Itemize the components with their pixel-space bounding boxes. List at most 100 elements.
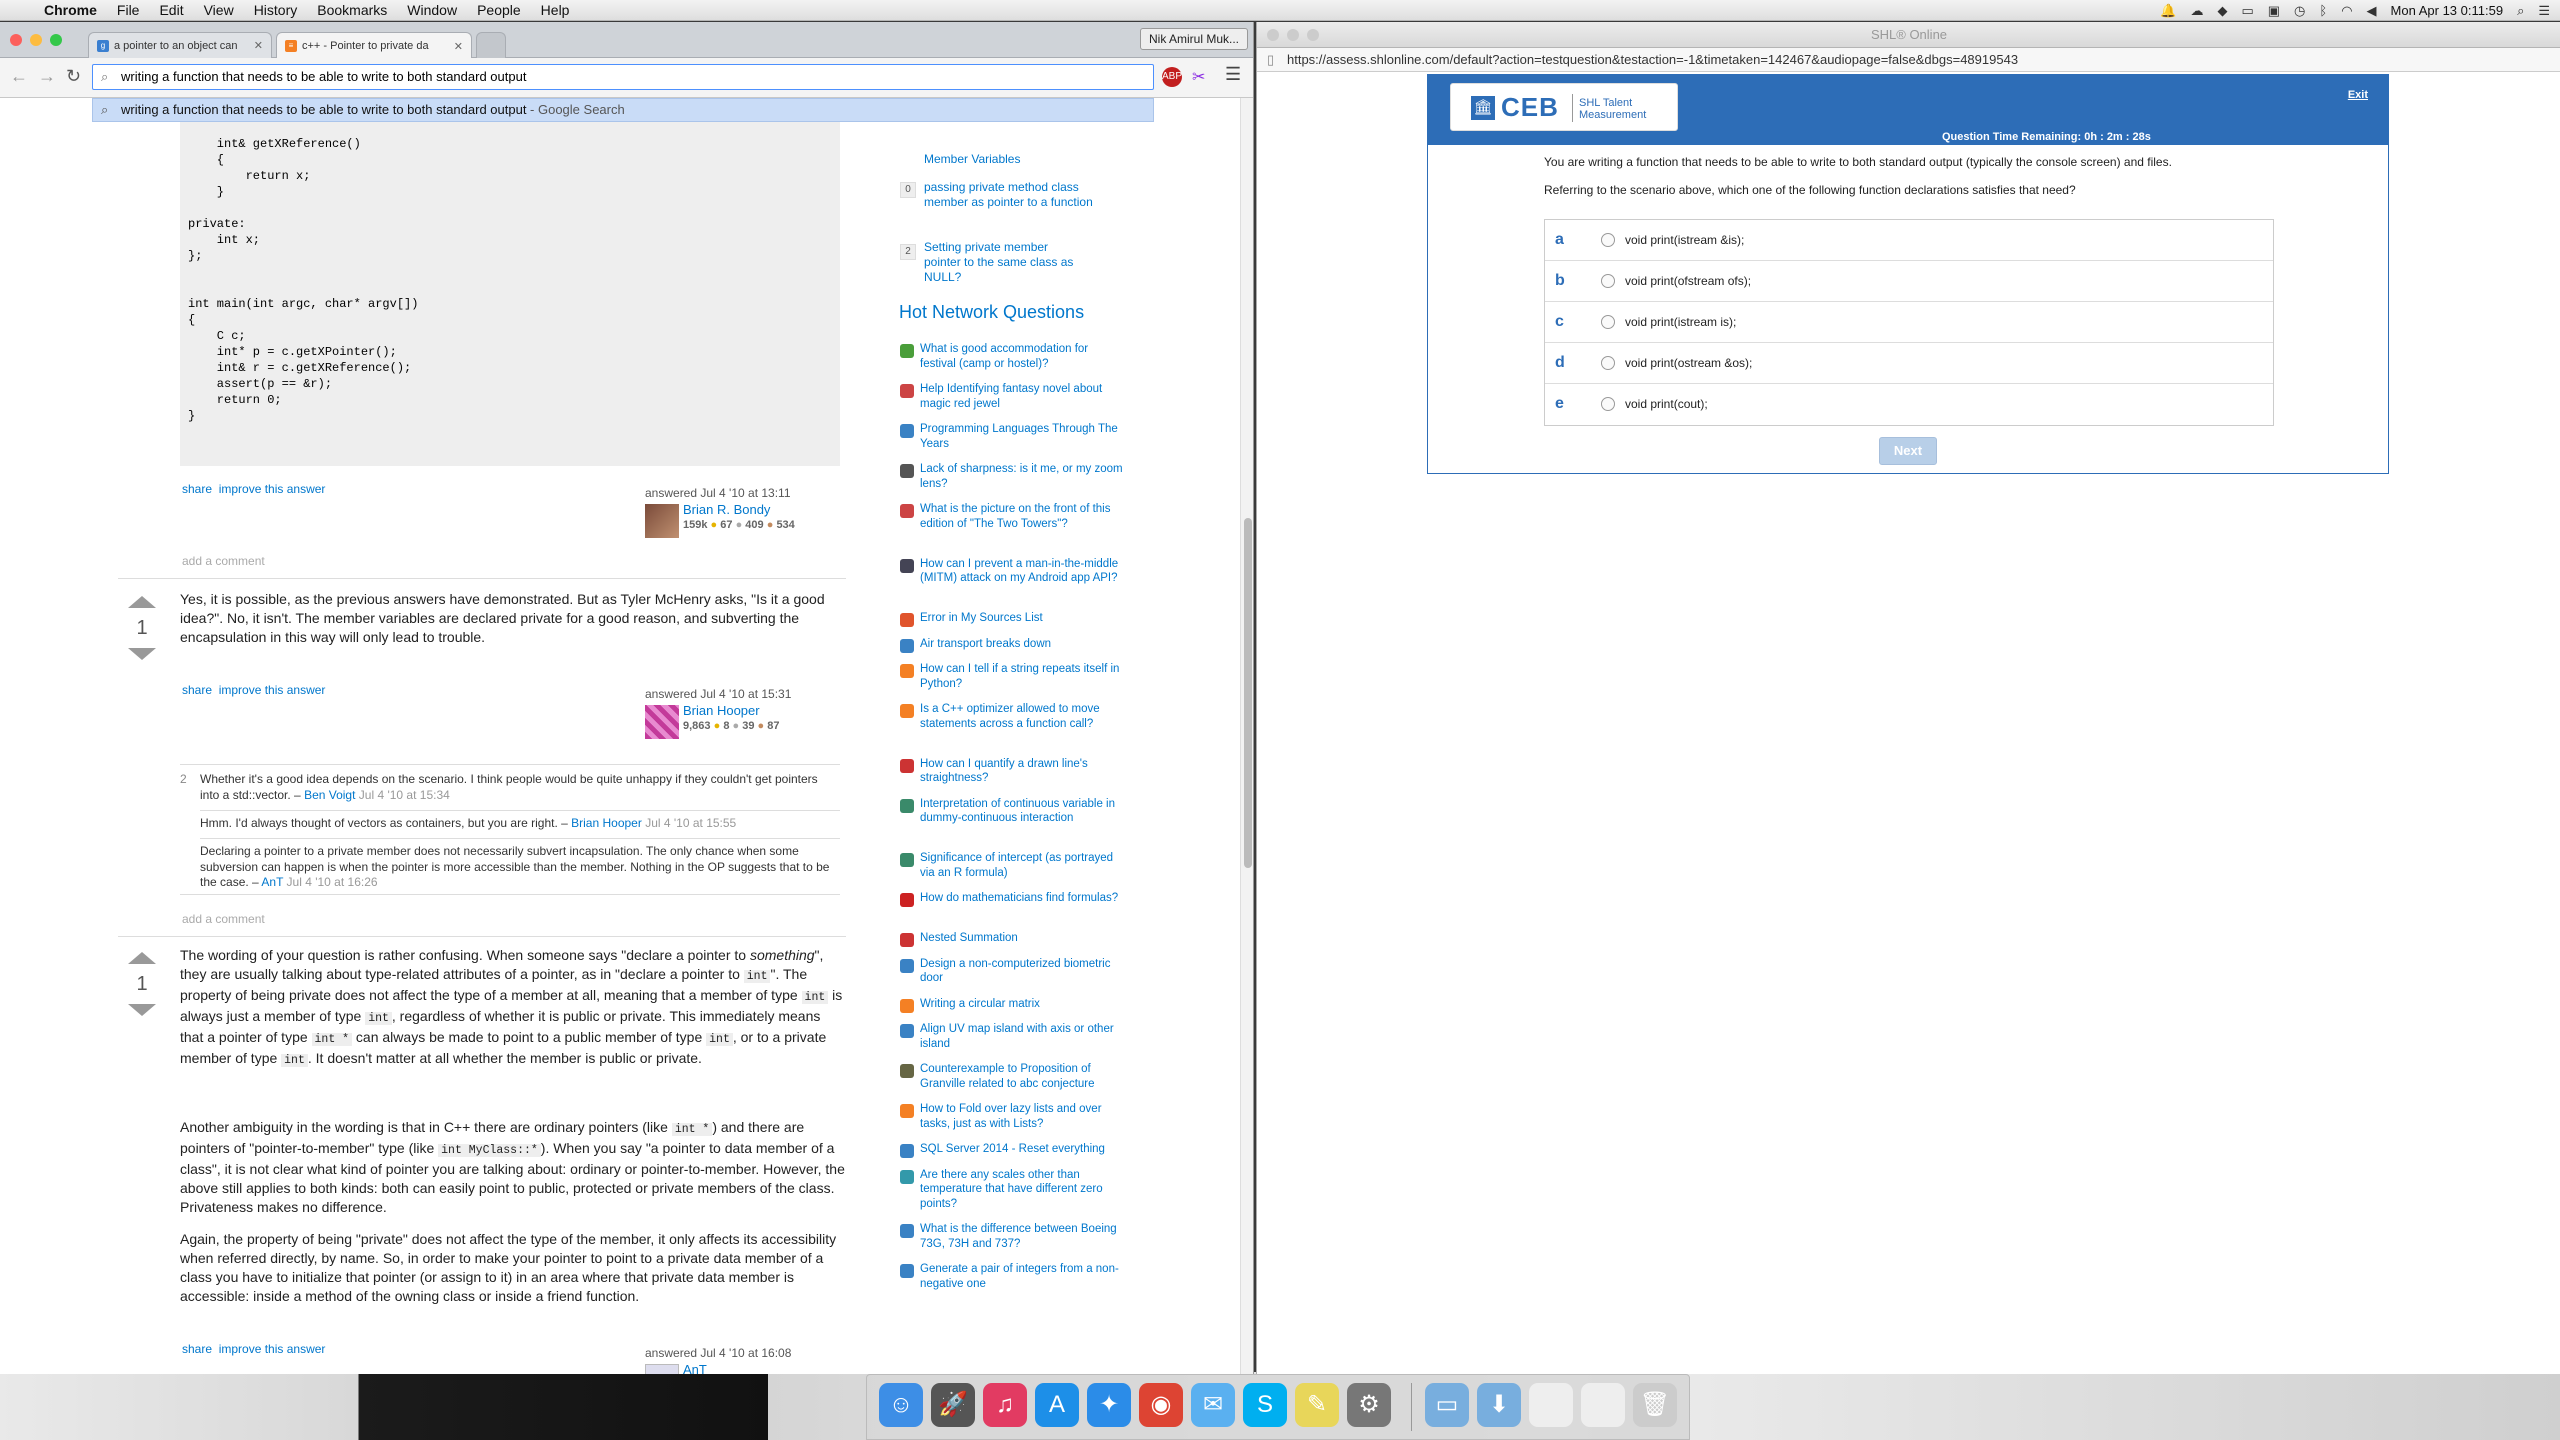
user-name[interactable]: Brian Hooper (683, 703, 760, 718)
upvote-arrow-icon[interactable] (128, 952, 156, 964)
menu-bookmarks[interactable]: Bookmarks (307, 2, 397, 18)
zoom-window-icon[interactable] (1307, 29, 1319, 41)
exit-link[interactable]: Exit (2348, 89, 2368, 101)
downvote-arrow-icon[interactable] (128, 1004, 156, 1016)
related-link[interactable]: Member Variables (924, 152, 1020, 167)
bluetooth-icon[interactable]: ᛒ (2319, 3, 2327, 18)
hot-question-link[interactable]: Are there any scales other than temperat… (920, 1168, 1125, 1212)
stickies-icon[interactable]: ✎ (1295, 1383, 1339, 1427)
profile-button[interactable]: Nik Amirul Muk... (1139, 28, 1248, 50)
scrollbar[interactable] (1240, 98, 1253, 1374)
hot-question-link[interactable]: How can I tell if a string repeats itsel… (920, 662, 1125, 691)
tab-google[interactable]: g a pointer to an object can ✕ (88, 32, 272, 58)
omnibox[interactable]: ⌕ writing a function that needs to be ab… (92, 64, 1154, 90)
system-preferences-icon[interactable]: ⚙ (1347, 1383, 1391, 1427)
close-icon[interactable]: ✕ (254, 39, 263, 52)
spotlight-icon[interactable]: ⌕ (2517, 3, 2524, 19)
radio-button[interactable] (1601, 397, 1615, 411)
messages-icon[interactable]: ✉ (1191, 1383, 1235, 1427)
radio-button[interactable] (1601, 274, 1615, 288)
comment-author[interactable]: AnT (261, 875, 283, 889)
share-link[interactable]: share (182, 482, 212, 496)
extension-icon[interactable]: ABP (1162, 67, 1182, 87)
omnibox-suggestion[interactable]: ⌕ writing a function that needs to be ab… (92, 98, 1154, 122)
menu-app-name[interactable]: Chrome (34, 2, 107, 18)
close-window-icon[interactable] (10, 34, 22, 46)
hot-question-link[interactable]: What is the picture on the front of this… (920, 502, 1125, 531)
menu-file[interactable]: File (107, 2, 150, 18)
back-icon[interactable]: ← (10, 66, 28, 87)
share-link[interactable]: share (182, 1342, 212, 1356)
option-b[interactable]: b void print(ofstream ofs); (1545, 261, 2273, 302)
extension-icon[interactable]: ✂ (1192, 67, 1205, 87)
downloads-folder-icon[interactable]: ⬇ (1477, 1383, 1521, 1427)
hot-question-link[interactable]: Generate a pair of integers from a non-n… (920, 1262, 1125, 1291)
zoom-window-icon[interactable] (50, 34, 62, 46)
hot-question-link[interactable]: Design a non-computerized biometric door (920, 957, 1125, 986)
menu-people[interactable]: People (467, 2, 531, 18)
hot-question-link[interactable]: Lack of sharpness: is it me, or my zoom … (920, 462, 1125, 491)
close-icon[interactable]: ✕ (454, 40, 463, 53)
skype-icon[interactable]: S (1243, 1383, 1287, 1427)
finder-icon[interactable]: ☺ (879, 1383, 923, 1427)
option-e[interactable]: e void print(cout); (1545, 384, 2273, 425)
option-a[interactable]: a void print(istream &is); (1545, 220, 2273, 261)
upvote-arrow-icon[interactable] (128, 596, 156, 608)
related-link[interactable]: passing private method class member as p… (924, 180, 1099, 210)
hot-question-link[interactable]: Interpretation of continuous variable in… (920, 797, 1125, 826)
close-window-icon[interactable] (1267, 29, 1279, 41)
hot-question-link[interactable]: Nested Summation (920, 931, 1125, 946)
avatar[interactable] (645, 1364, 679, 1374)
display-icon[interactable]: ▣ (2268, 3, 2280, 19)
itunes-icon[interactable]: ♫ (983, 1383, 1027, 1427)
hot-question-link[interactable]: Programming Languages Through The Years (920, 422, 1125, 451)
forward-icon[interactable]: → (38, 66, 56, 87)
hot-question-link[interactable]: Writing a circular matrix (920, 997, 1125, 1012)
hot-question-link[interactable]: Error in My Sources List (920, 611, 1125, 626)
time-machine-icon[interactable]: ◷ (2294, 3, 2305, 19)
appstore-icon[interactable]: A (1035, 1383, 1079, 1427)
menu-help[interactable]: Help (531, 2, 580, 18)
chrome-icon[interactable]: ◉ (1139, 1383, 1183, 1427)
trash-icon[interactable]: 🗑 (1633, 1383, 1677, 1427)
avatar[interactable] (645, 504, 679, 538)
add-comment-link[interactable]: add a comment (182, 912, 265, 926)
hot-question-link[interactable]: How can I quantify a drawn line's straig… (920, 757, 1125, 786)
menu-icon[interactable]: ☰ (1225, 64, 1241, 85)
new-tab-button[interactable] (476, 32, 506, 58)
hot-question-link[interactable]: What is the difference between Boeing 73… (920, 1222, 1125, 1251)
scrollbar-thumb[interactable] (1244, 518, 1252, 868)
cloud-icon[interactable]: ☁ (2190, 3, 2203, 19)
radio-button[interactable] (1601, 315, 1615, 329)
notification-icon[interactable]: 🔔 (2160, 3, 2176, 19)
hot-question-link[interactable]: How to Fold over lazy lists and over tas… (920, 1102, 1125, 1131)
improve-answer-link[interactable]: improve this answer (219, 482, 326, 496)
hot-question-link[interactable]: Align UV map island with axis or other i… (920, 1022, 1125, 1051)
next-button[interactable]: Next (1879, 437, 1937, 465)
avatar[interactable] (645, 705, 679, 739)
hot-question-link[interactable]: Is a C++ optimizer allowed to move state… (920, 702, 1125, 731)
applications-folder-icon[interactable]: ▭ (1425, 1383, 1469, 1427)
wifi-icon[interactable]: ◠ (2341, 3, 2352, 19)
volume-icon[interactable]: ◀ (2367, 3, 2377, 19)
option-d[interactable]: d void print(ostream &os); (1545, 343, 2273, 384)
list-icon[interactable]: ☰ (2538, 3, 2550, 19)
radio-button[interactable] (1601, 356, 1615, 370)
option-c[interactable]: c void print(istream is); (1545, 302, 2273, 343)
comment-author[interactable]: Ben Voigt (304, 788, 355, 802)
window-thumbnail-icon[interactable] (1529, 1383, 1573, 1427)
hot-question-link[interactable]: Significance of intercept (as portrayed … (920, 851, 1125, 880)
improve-answer-link[interactable]: improve this answer (219, 683, 326, 697)
menu-history[interactable]: History (244, 2, 308, 18)
share-link[interactable]: share (182, 683, 212, 697)
reload-icon[interactable]: ↻ (66, 66, 81, 87)
menu-view[interactable]: View (194, 2, 244, 18)
improve-answer-link[interactable]: improve this answer (219, 1342, 326, 1356)
related-link[interactable]: Setting private member pointer to the sa… (924, 240, 1084, 285)
downvote-arrow-icon[interactable] (128, 648, 156, 660)
battery-icon[interactable]: ▭ (2241, 3, 2253, 19)
user-name[interactable]: AnT (683, 1362, 707, 1374)
hot-question-link[interactable]: How do mathematicians find formulas? (920, 891, 1125, 906)
minimize-window-icon[interactable] (1287, 29, 1299, 41)
minimize-window-icon[interactable] (30, 34, 42, 46)
